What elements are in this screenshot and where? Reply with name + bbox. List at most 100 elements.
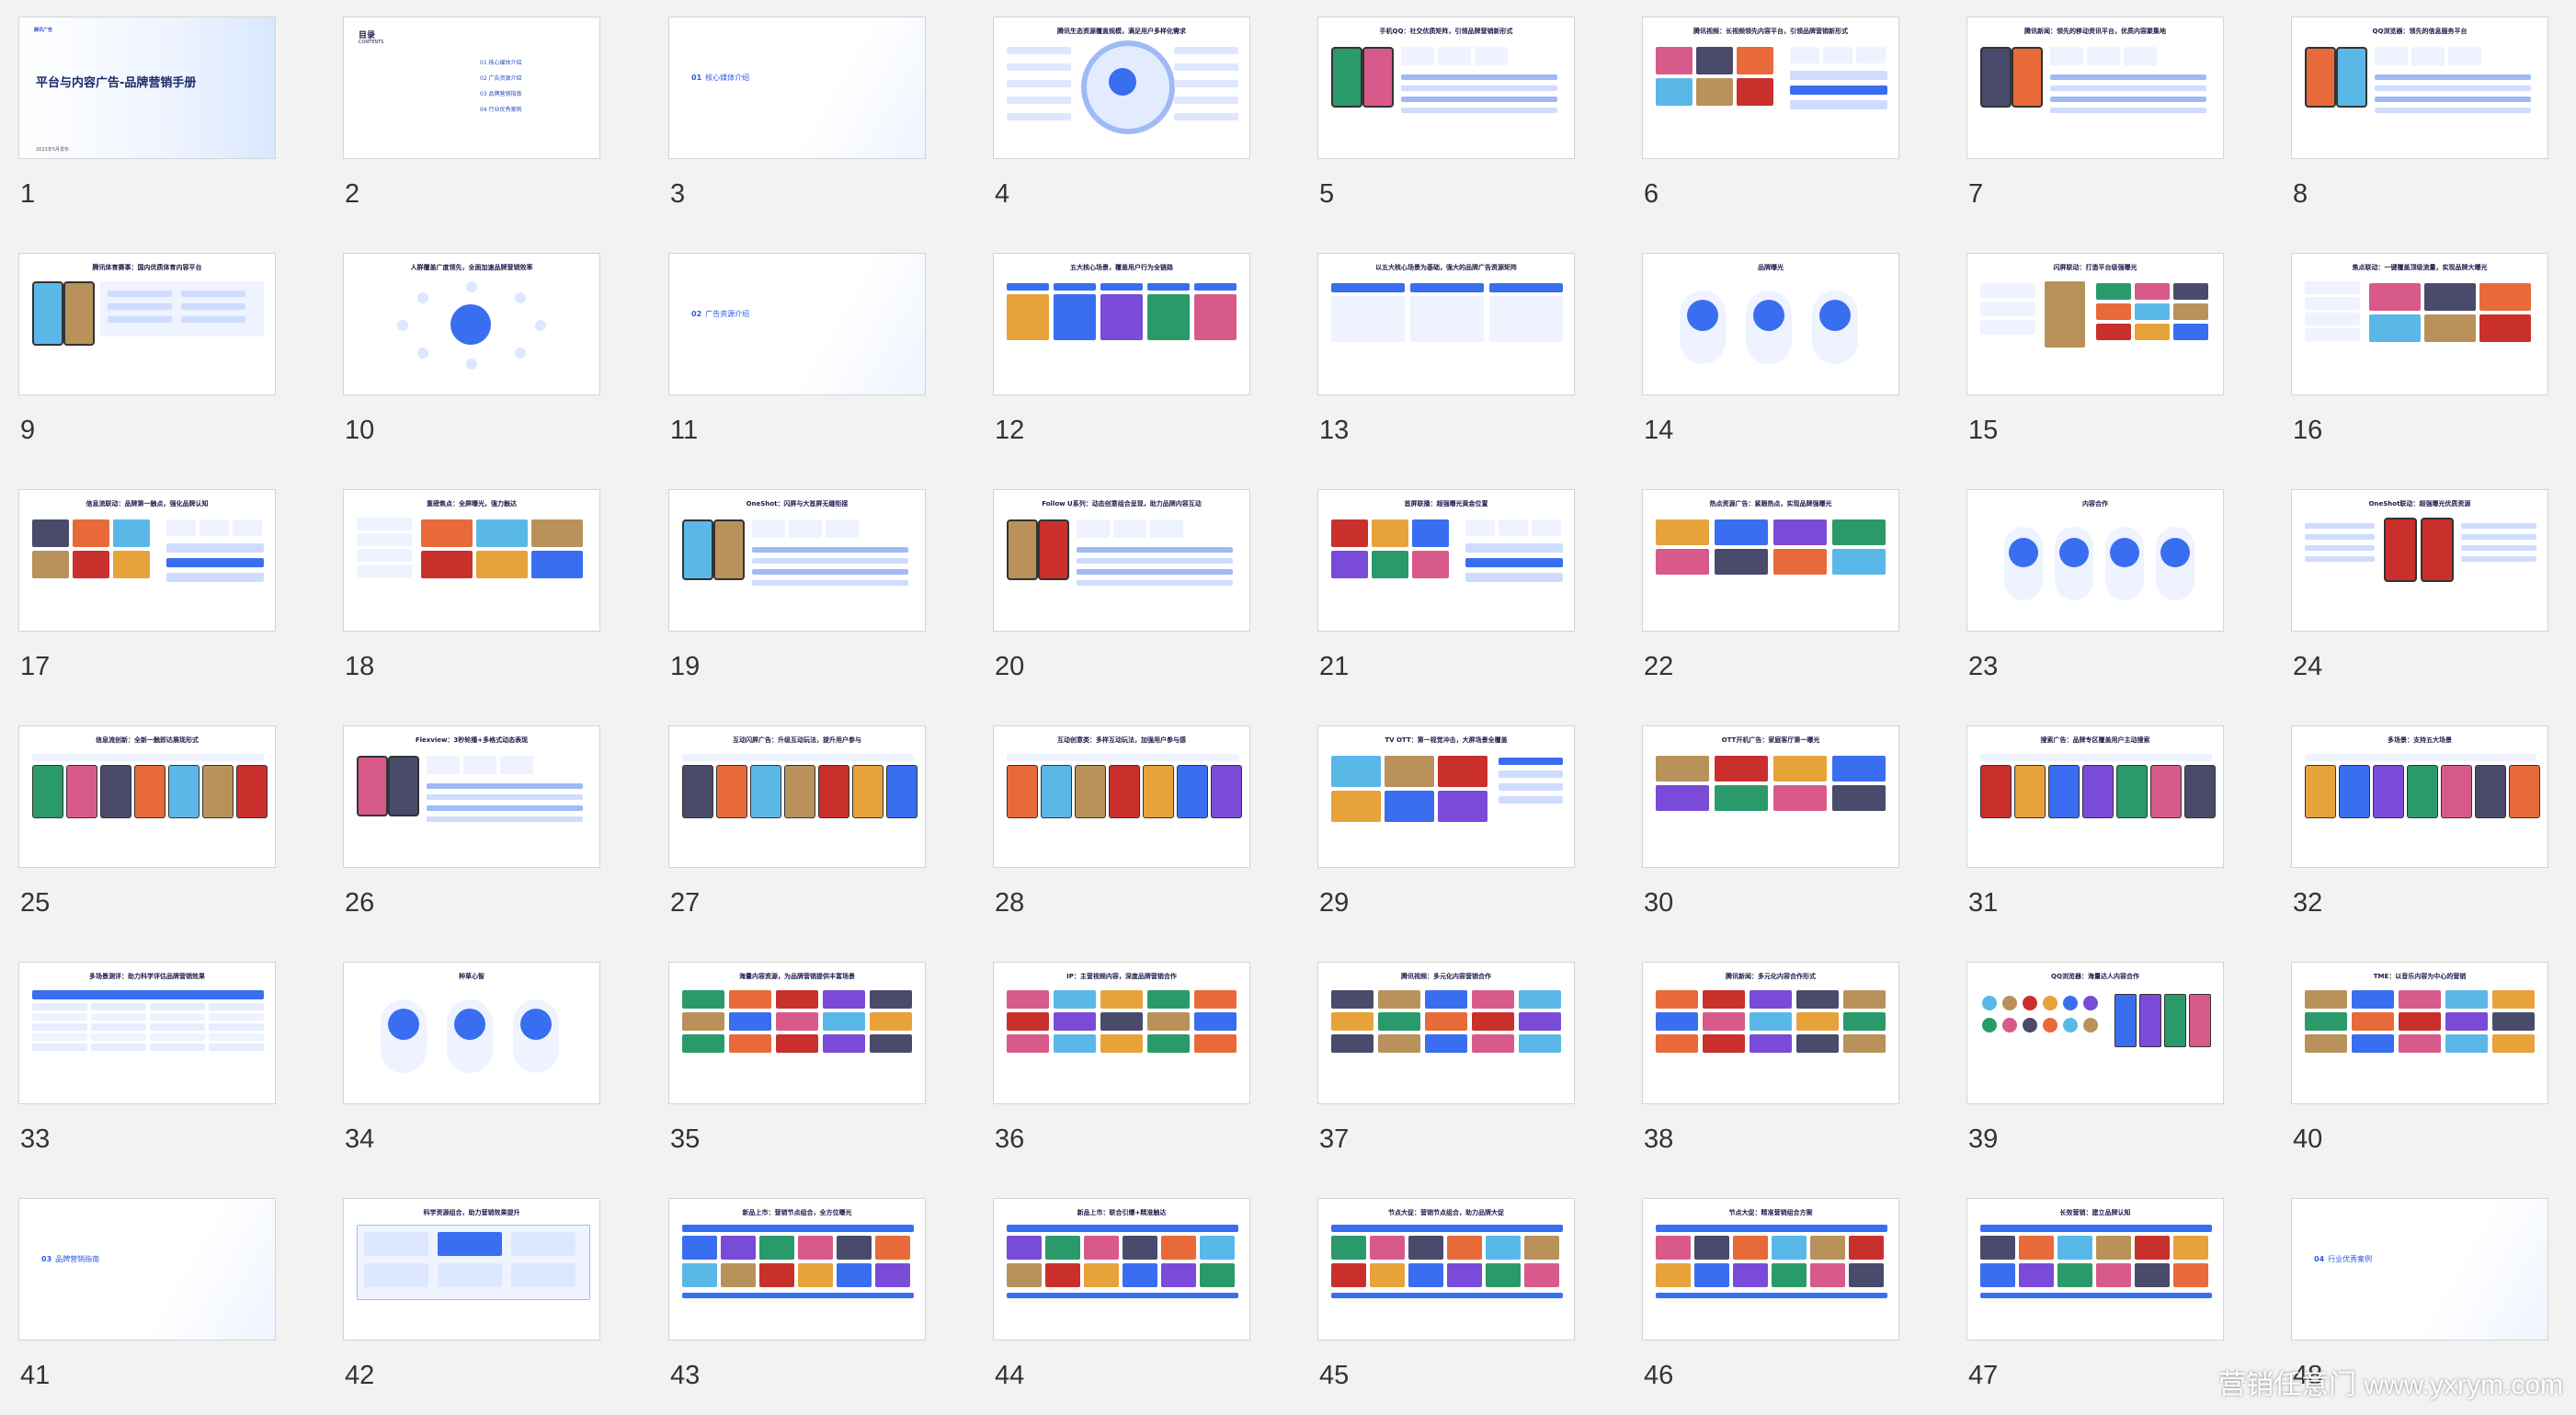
slide-thumbnail[interactable]: 多场景测评：助力科学评估品牌营销效果 <box>18 962 276 1104</box>
col-body <box>1147 294 1190 340</box>
phone-mock <box>682 765 713 818</box>
slide-thumbnail[interactable]: 搜索广告：品牌专区覆盖用户主动搜索 <box>1966 725 2224 868</box>
screen-thumb <box>2369 283 2421 311</box>
slide-title: 腾讯新闻：领先的移动资讯平台，优质内容聚集地 <box>2024 28 2166 35</box>
side-label <box>1174 80 1238 87</box>
slide-thumbnail[interactable]: 科学资源组合，助力营销效果提升 <box>343 1198 600 1341</box>
screen-thumb <box>73 551 109 578</box>
phone-mock <box>168 765 199 818</box>
slide-thumbnail[interactable]: OneShot：闪屏与大首屏无缝衔接 <box>668 489 926 632</box>
slide-thumbnail[interactable]: OneShot联动：超强曝光优质资源 <box>2291 489 2548 632</box>
slide-thumbnail[interactable]: 腾讯新闻：领先的移动资讯平台，优质内容聚集地 <box>1966 17 2224 159</box>
slide-thumbnail[interactable]: 目录 CONTENTS 01 核心媒体介绍 02 广告资源介绍 03 品牌营销指南 04 … <box>343 17 600 159</box>
slide-cell: 腾讯视频：多元化内容营销合作 37 <box>1317 962 1577 1173</box>
band-thumb <box>1331 1236 1366 1260</box>
thumb <box>2173 303 2208 320</box>
slide-number: 47 <box>1968 1361 1999 1390</box>
phone-mock <box>2082 765 2114 818</box>
slide-thumbnail[interactable]: 腾讯生态资源覆盖规模，满足用户多样化需求 <box>993 17 1250 159</box>
phone-mock <box>2116 765 2148 818</box>
slide-number: 13 <box>1319 416 1350 445</box>
band-header <box>1656 1225 1887 1232</box>
toc-subheading: CONTENTS <box>359 40 384 45</box>
slide-thumbnail[interactable]: IP：主营视频内容，深度品牌营销合作 <box>993 962 1250 1104</box>
slide-thumbnail[interactable]: 01 核心媒体介绍 <box>668 17 926 159</box>
slide-thumbnail[interactable]: 种草心智 <box>343 962 600 1104</box>
slide-thumbnail[interactable]: 节点大促：营销节点组合，助力品牌大促 <box>1317 1198 1575 1341</box>
section-label: 01 核心媒体介绍 <box>691 73 749 83</box>
slide-thumbnail[interactable]: 以五大核心场景为基础，强大的品牌广告资源矩阵 <box>1317 253 1575 395</box>
slide-thumbnail[interactable]: 人群覆盖广度领先，全面加速品牌营销效率 <box>343 253 600 395</box>
slide-thumbnail[interactable]: 信息流联动：品牌第一触点，强化品牌认知 <box>18 489 276 632</box>
avatar <box>2063 996 2078 1010</box>
image-thumb <box>823 990 865 1009</box>
slide-thumbnail[interactable]: TV OTT：第一视觉冲击，大屏场景全覆盖 <box>1317 725 1575 868</box>
slide-thumbnail[interactable]: 腾讯视频：长视频领先内容平台，引领品牌营销新形式 <box>1642 17 1899 159</box>
image-thumb <box>729 990 771 1009</box>
section-label: 02 广告资源介绍 <box>691 309 749 319</box>
slide-number: 28 <box>995 888 1025 918</box>
screen-thumb <box>1696 47 1733 74</box>
image-thumb <box>1472 1034 1514 1053</box>
slide-cell: 手机QQ：社交优质矩阵，引领品牌营销新形式 5 <box>1317 17 1577 228</box>
slide-thumbnail[interactable]: Follow U系列：动态创意组合呈现，助力品牌内容互动 <box>993 489 1250 632</box>
slide-thumbnail[interactable]: QQ浏览器：海量达人内容合作 <box>1966 962 2224 1104</box>
table-cell <box>32 1013 87 1021</box>
phone-mock <box>134 765 165 818</box>
slide-thumbnail[interactable]: 长效营销：建立品牌认知 <box>1966 1198 2224 1341</box>
slide-cell: 多场景测评：助力科学评估品牌营销效果 33 <box>18 962 278 1173</box>
text-line <box>2375 86 2531 91</box>
slide-thumbnail[interactable]: 内容合作 <box>1966 489 2224 632</box>
slide-thumbnail[interactable]: OTT开机广告：家庭客厅第一曝光 <box>1642 725 1899 868</box>
slide-thumbnail[interactable]: 重磅焦点：全屏曝光，强力触达 <box>343 489 600 632</box>
slide-thumbnail[interactable]: QQ浏览器：领先的信息服务平台 <box>2291 17 2548 159</box>
screen-thumb <box>1832 785 1886 811</box>
slide-thumbnail[interactable]: 热点资源广告：紧跟热点，实现品牌强曝光 <box>1642 489 1899 632</box>
slide-thumbnail[interactable]: Flexview：3秒轮播+多格式动态表现 <box>343 725 600 868</box>
image-thumb <box>1750 1012 1792 1031</box>
slide-thumbnail[interactable]: 新品上市：联合引爆+精准触达 <box>993 1198 1250 1341</box>
phone-mock <box>2373 765 2404 818</box>
slide-thumbnail[interactable]: 04 行业优秀案例 <box>2291 1198 2548 1341</box>
slide-thumbnail[interactable]: 03 品牌营销指南 <box>18 1198 276 1341</box>
slide-title: 信息流联动：品牌第一触点，强化品牌认知 <box>85 500 209 508</box>
slide-thumbnail[interactable]: 节点大促：精准营销组合方案 <box>1642 1198 1899 1341</box>
slide-title: TV OTT：第一视觉冲击，大屏场景全覆盖 <box>1385 736 1508 744</box>
image-thumb <box>2399 990 2441 1009</box>
core-circle <box>2110 538 2139 567</box>
text-line <box>1077 558 1233 564</box>
slide-thumbnail[interactable]: 互动创意类：多样互动玩法，加强用户参与感 <box>993 725 1250 868</box>
slide-thumbnail[interactable]: 焦点联动：一键覆盖顶级流量，实现品牌大曝光 <box>2291 253 2548 395</box>
slide-title: 品牌曝光 <box>1758 264 1784 271</box>
phone-mock <box>1143 765 1174 818</box>
slide-thumbnail[interactable]: 腾讯视频：多元化内容营销合作 <box>1317 962 1575 1104</box>
slide-thumbnail[interactable]: 信息流创新：全新一触即达展现形式 <box>18 725 276 868</box>
watermark: 营销任意门 www.yxrym.com <box>2218 1370 2563 1400</box>
caption-bar <box>1980 754 2212 761</box>
slide-thumbnail[interactable]: 多场景：支持五大场景 <box>2291 725 2548 868</box>
slide-thumbnail[interactable]: 腾讯体育赛事：国内优质体育内容平台 <box>18 253 276 395</box>
image-thumb <box>776 1034 818 1053</box>
image-thumb <box>1519 1034 1561 1053</box>
slide-thumbnail[interactable]: 五大核心场景，覆盖用户行为全链路 <box>993 253 1250 395</box>
slide-thumbnail[interactable]: 品牌曝光 <box>1642 253 1899 395</box>
slide-thumbnail[interactable]: 互动闪屏广告：升级互动玩法，提升用户参与 <box>668 725 926 868</box>
slide-thumbnail[interactable]: 手机QQ：社交优质矩阵，引领品牌营销新形式 <box>1317 17 1575 159</box>
band-header <box>682 1225 914 1232</box>
text-line <box>2461 556 2536 562</box>
tv-thumb <box>1385 756 1434 787</box>
slide-thumbnail[interactable]: 海量内容资源，为品牌营销提供丰富场景 <box>668 962 926 1104</box>
band-thumb <box>1980 1236 2015 1260</box>
slide-number: 36 <box>995 1124 1025 1154</box>
image-thumb <box>2492 1012 2535 1031</box>
slide-thumbnail[interactable]: 新品上市：营销节点组合，全方位曝光 <box>668 1198 926 1341</box>
slide-thumbnail[interactable]: 腾讯新闻：多元化内容合作形式 <box>1642 962 1899 1104</box>
image-thumb <box>776 1012 818 1031</box>
image-thumb <box>1147 1012 1190 1031</box>
slide-thumbnail[interactable]: 闪屏联动：打造平台级强曝光 <box>1966 253 2224 395</box>
col-header <box>1054 283 1096 291</box>
slide-thumbnail[interactable]: 腾讯广告 平台与内容广告-品牌营销手册 2023年5月发布 <box>18 17 276 159</box>
slide-thumbnail[interactable]: 首屏联播：超强曝光黄金位置 <box>1317 489 1575 632</box>
slide-thumbnail[interactable]: 02 广告资源介绍 <box>668 253 926 395</box>
slide-thumbnail[interactable]: TME：以音乐内容为中心的营销 <box>2291 962 2548 1104</box>
